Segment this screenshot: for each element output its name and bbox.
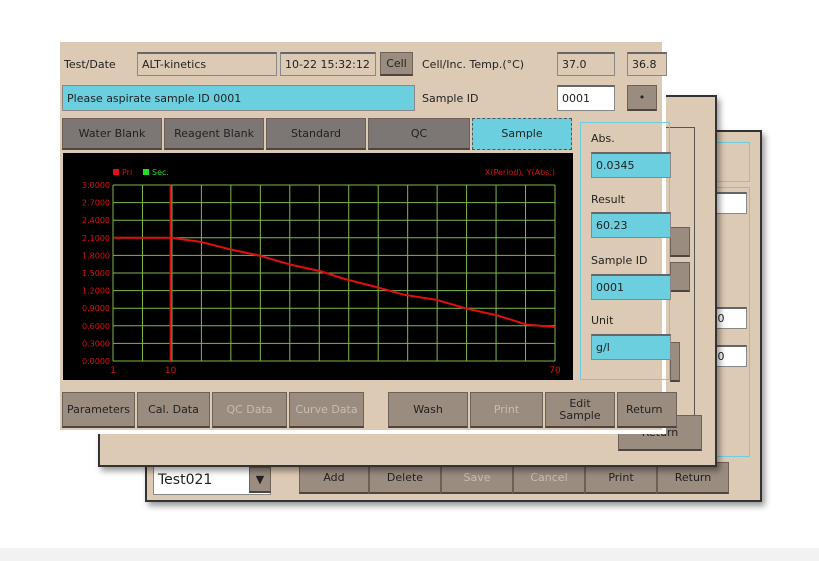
y-tick-label: 3.0000 [82,181,110,190]
tab-qc[interactable]: QC [368,118,470,150]
sample-id-value: 0001 [562,92,590,105]
legend-label: Pri [122,168,132,177]
legend-label: Sec. [152,168,169,177]
y-tick-label: 2.1000 [82,234,110,243]
result-value: 60.23 [591,212,671,238]
y-tick-label: 0.6000 [82,322,110,331]
result-sample-id-label: Sample ID [591,254,648,267]
datetime-field: 10-22 15:32:12 [280,52,376,76]
qc-data-button[interactable]: QC Data [212,392,287,428]
dot-button[interactable]: • [627,85,657,111]
inc-temp: 36.8 [632,58,657,71]
cell-temp: 37.0 [562,58,587,71]
wash-button[interactable]: Wash [388,392,468,428]
y-tick-label: 1.8000 [82,251,110,260]
test-name: ALT-kinetics [142,58,207,71]
abs-value: 0.0345 [591,152,671,178]
tab-standard[interactable]: Standard [266,118,366,150]
reaction-curve-chart: 0.0000 0.3000 0.6000 0.9000 1.2000 1.5000 1.80… [63,153,573,380]
unit-value: g/l [591,334,671,360]
y-tick-label: 2.7000 [82,199,110,208]
y-tick-label: 2.4000 [82,216,110,225]
cal-data-button[interactable]: Cal. Data [137,392,210,428]
x-tick-label: 10 [165,366,177,376]
test-date-label: Test/Date [64,58,116,71]
y-tick-label: 0.9000 [82,304,110,313]
legend-swatch [143,169,149,175]
y-tick-label: 0.0000 [82,357,110,366]
sample-id-label: Sample ID [422,92,479,105]
y-tick-label: 0.3000 [82,339,110,348]
x-tick-label: 1 [110,366,116,376]
print-button[interactable]: Print [470,392,543,428]
temp-label: Cell/Inc. Temp.(°C) [422,58,525,71]
inc-temp-field: 36.8 [627,52,667,76]
side-button[interactable] [670,342,680,382]
dropdown-arrow-icon[interactable]: ▼ [249,467,271,493]
list-item[interactable]: Test021 [158,471,212,489]
sample-id-input[interactable]: 0001 [557,85,615,111]
legend-swatch [113,169,119,175]
tab-sample[interactable]: Sample [472,118,572,150]
side-button[interactable] [670,262,690,292]
message-text: Please aspirate sample ID 0001 [67,91,242,105]
cell-button[interactable]: Cell [380,52,413,76]
y-tick-label: 1.5000 [82,269,110,278]
value-text: 0.0345 [596,159,635,172]
measurement-window: Test/Date ALT-kinetics 10-22 15:32:12 Ce… [60,42,677,434]
value-text: 60.23 [596,219,628,232]
value-text: 0001 [596,281,624,294]
unit-label: Unit [591,314,614,327]
tab-water-blank[interactable]: Water Blank [62,118,162,150]
axis-caption: X(Period), Y(Abs.) [485,168,555,177]
curve-data-button[interactable]: Curve Data [289,392,364,428]
tab-reagent-blank[interactable]: Reagent Blank [164,118,264,150]
parameters-button[interactable]: Parameters [62,392,135,428]
abs-label: Abs. [591,132,615,145]
result-sample-id-value: 0001 [591,274,671,300]
side-button[interactable] [670,227,690,257]
test-name-field: ALT-kinetics [137,52,277,76]
edit-sample-button[interactable]: Edit Sample [545,392,615,428]
datetime: 10-22 15:32:12 [285,58,370,71]
status-message: Please aspirate sample ID 0001 [62,85,415,111]
footer-bar [0,548,819,561]
y-tick-label: 1.2000 [82,287,110,296]
x-tick-label: 70 [549,366,561,376]
return-button[interactable]: Return [617,392,677,428]
cell-temp-field: 37.0 [557,52,615,76]
result-label: Result [591,193,625,206]
value-text: g/l [596,341,610,354]
